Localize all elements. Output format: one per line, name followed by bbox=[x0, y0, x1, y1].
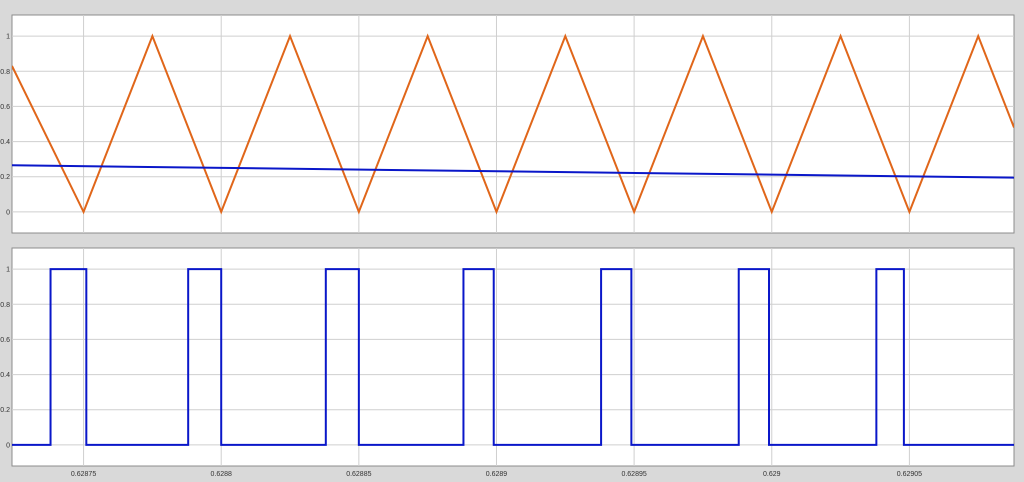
top-ytick-label: 0.4 bbox=[0, 139, 10, 146]
bottom-ytick-label: 0 bbox=[6, 442, 10, 449]
scope-figure: 0 0.2 0.4 0.6 0.8 1 0 0.2 0.4 0.6 0.8 1 0.62875 0.62… bbox=[0, 14, 1015, 478]
bottom-xtick-label: 0.629 bbox=[763, 471, 781, 478]
bottom-ytick-label: 0.2 bbox=[0, 407, 10, 414]
bottom-plot-area[interactable] bbox=[11, 247, 1015, 467]
top-ytick-label: 0.6 bbox=[0, 104, 10, 111]
bottom-ytick-label: 1 bbox=[6, 267, 10, 274]
top-ytick-label: 0.8 bbox=[0, 69, 10, 76]
bottom-ytick-label: 0.6 bbox=[0, 337, 10, 344]
bottom-ytick-label: 0.4 bbox=[0, 372, 10, 379]
bottom-xtick-label: 0.62875 bbox=[71, 471, 96, 478]
top-ytick-label: 1 bbox=[6, 34, 10, 41]
top-ytick-label: 0 bbox=[6, 209, 10, 216]
bottom-xtick-label: 0.62895 bbox=[621, 471, 646, 478]
top-ytick-label: 0.2 bbox=[0, 174, 10, 181]
bottom-xtick-label: 0.62885 bbox=[346, 471, 371, 478]
bottom-ytick-label: 0.8 bbox=[0, 302, 10, 309]
bottom-xtick-label: 0.62905 bbox=[897, 471, 922, 478]
bottom-xtick-label: 0.6289 bbox=[486, 471, 508, 478]
top-plot-area[interactable] bbox=[11, 14, 1015, 234]
bottom-xtick-label: 0.6288 bbox=[210, 471, 232, 478]
top-axes[interactable]: 0 0.2 0.4 0.6 0.8 1 bbox=[0, 14, 1015, 234]
bottom-axes[interactable]: 0 0.2 0.4 0.6 0.8 1 0.62875 0.6288 0.62885 0.6289… bbox=[0, 247, 1015, 478]
